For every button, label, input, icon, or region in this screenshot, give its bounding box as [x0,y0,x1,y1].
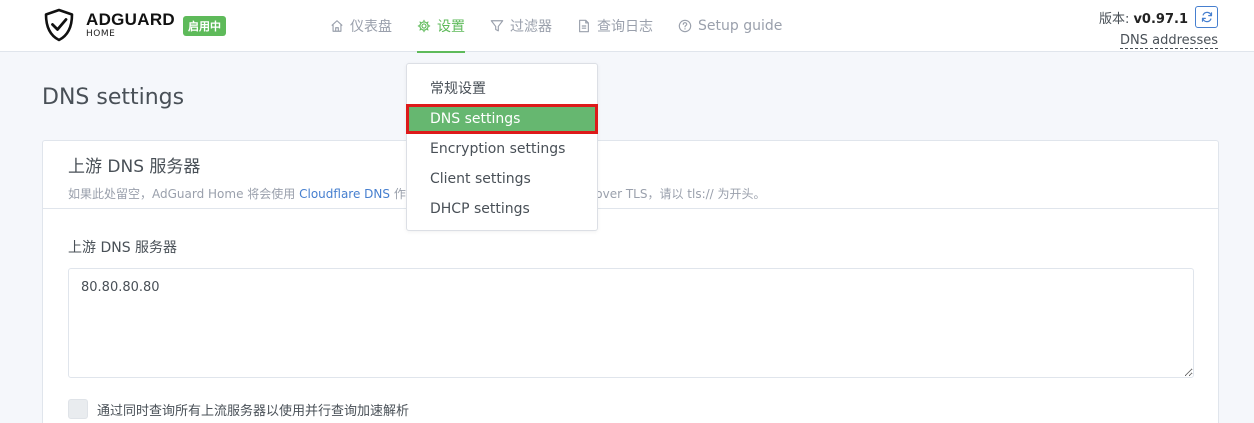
upstream-dns-card: 上游 DNS 服务器 如果此处留空，AdGuard Home 将会使用 Clou… [42,140,1219,423]
version-panel: 版本: v0.97.1 DNS addresses [1099,6,1218,50]
menu-item-general-settings[interactable]: 常规设置 [407,74,597,104]
nav-item-label: 过滤器 [510,19,552,35]
menu-item-dns-settings[interactable]: DNS settings [406,104,598,134]
version-prefix: 版本: [1098,11,1134,27]
home-icon [331,20,343,32]
card-body: 上游 DNS 服务器 80.80.80.80 通过同时查询所有上流服务器以使用并… [43,209,1218,419]
status-badge: 启用中 [183,16,226,36]
card-subtitle: 如果此处留空，AdGuard Home 将会使用 Cloudflare DNS … [68,185,1193,202]
nav-item-dashboard[interactable]: 仪表盘 [330,0,392,52]
logo-subtitle: HOME [86,29,116,39]
refresh-icon [1201,11,1212,23]
parallel-queries-label[interactable]: 通过同时查询所有上流服务器以使用并行查询加速解析 [97,400,409,419]
document-icon [579,19,589,33]
filter-icon [490,20,504,32]
card-title: 上游 DNS 服务器 [68,157,201,177]
gear-icon [417,19,431,33]
nav-item-settings[interactable]: 设置 [417,0,465,53]
settings-dropdown-menu: 常规设置 DNS settings Encryption settings Cl… [406,63,598,231]
logo-title: ADGUARD [86,10,175,29]
shield-check-icon [44,8,74,42]
card-subtitle-prefix: 如果此处留空，AdGuard Home 将会使用 [68,187,300,201]
help-circle-icon [678,19,692,33]
card-header: 上游 DNS 服务器 如果此处留空，AdGuard Home 将会使用 Clou… [43,141,1218,209]
check-updates-button[interactable] [1195,6,1218,28]
nav-item-label: 仪表盘 [350,19,392,35]
dns-addresses-link[interactable]: DNS addresses [1120,33,1218,50]
version-label: 版本: v0.97.1 [1099,8,1188,27]
parallel-queries-option: 通过同时查询所有上流服务器以使用并行查询加速解析 [68,399,1193,419]
nav-item-filters[interactable]: 过滤器 [490,0,552,52]
main-nav: 仪表盘 设置 过滤器 查询日志 Setup guide [330,0,807,53]
parallel-queries-checkbox[interactable] [68,399,88,419]
nav-item-label: Setup guide [698,18,783,34]
menu-item-client-settings[interactable]: Client settings [407,164,597,194]
version-value: v0.97.1 [1133,11,1188,27]
menu-item-dhcp-settings[interactable]: DHCP settings [407,194,597,224]
upstream-dns-textarea[interactable]: 80.80.80.80 [68,268,1194,378]
cloudflare-dns-link[interactable]: Cloudflare DNS [299,187,390,201]
nav-item-label: 设置 [437,19,465,35]
menu-item-encryption-settings[interactable]: Encryption settings [407,134,597,164]
adguard-logo[interactable]: ADGUARD HOME [42,8,175,42]
nav-item-label: 查询日志 [597,19,653,35]
nav-item-setup-guide[interactable]: Setup guide [678,0,782,52]
nav-item-query-log[interactable]: 查询日志 [577,0,653,52]
upstream-field-label: 上游 DNS 服务器 [68,240,178,256]
page-title: DNS settings [42,85,185,110]
top-navbar: ADGUARD HOME 启用中 仪表盘 设置 过滤器 查询日志 Setup g… [0,0,1254,53]
